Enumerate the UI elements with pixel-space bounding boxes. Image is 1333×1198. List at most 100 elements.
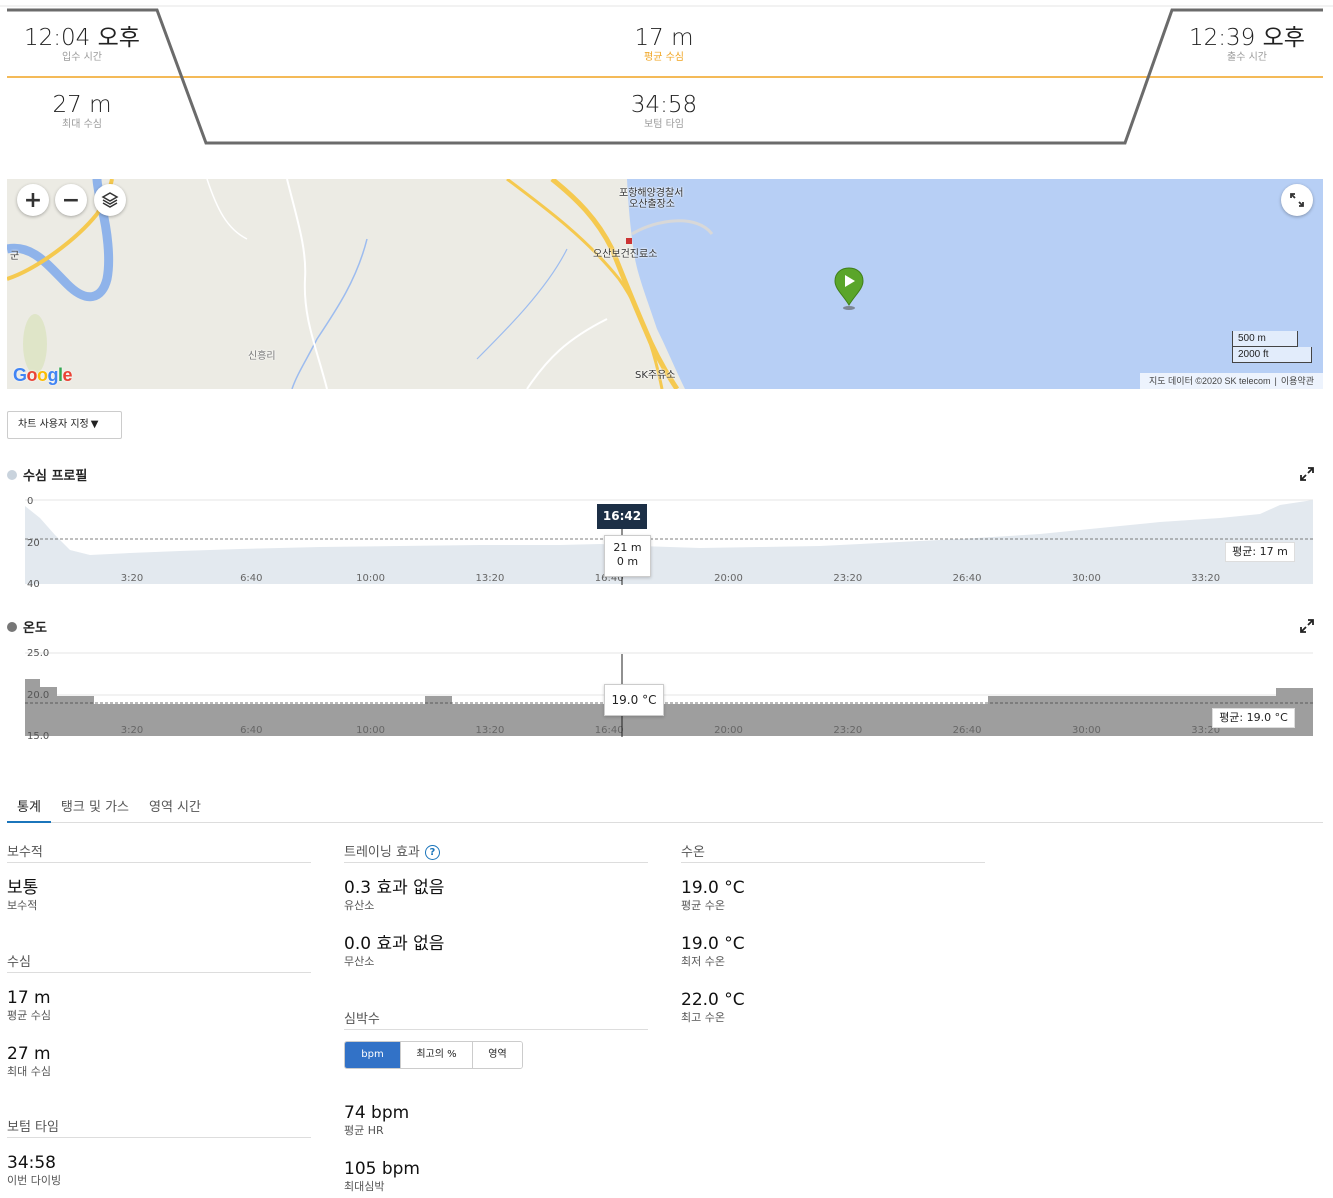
depth-x-tick: 26:40 <box>953 573 982 584</box>
max-water-temp-label: 최고 수온 <box>681 1011 725 1024</box>
depth-y-tick-40: 40 <box>27 579 40 590</box>
depth-tooltip-second: 0 m <box>616 555 639 568</box>
max-depth-stat-label: 최대 수심 <box>7 1065 51 1078</box>
temp-x-tick: 23:20 <box>833 725 862 736</box>
depth-x-tick: 13:20 <box>475 573 504 584</box>
temp-chart-title: 온도 <box>23 621 47 636</box>
avg-water-temp-label: 평균 수온 <box>681 899 725 912</box>
water-temp-section: 수온 19.0 °C 평균 수온 19.0 °C 최저 수온 22.0 °C 최… <box>681 844 985 1025</box>
temp-avg-label: 평균: 19.0 °C <box>1212 708 1295 728</box>
depth-chart-header: 수심 프로필 <box>7 465 87 484</box>
max-hr-label: 최대심박 <box>344 1180 385 1193</box>
temp-x-tick: 10:00 <box>356 725 385 736</box>
depth-x-tick: 10:00 <box>356 573 385 584</box>
temp-x-tick: 26:40 <box>953 725 982 736</box>
temp-x-tick: 13:20 <box>475 725 504 736</box>
entry-time-value: 12:04 오후 <box>24 25 140 51</box>
scale-imperial: 2000 ft <box>1232 347 1312 363</box>
training-effect-title-text: 트레이닝 효과 <box>344 844 420 860</box>
bottom-time-section: 보텀 타임 34:58 이번 다이빙 <box>7 1119 311 1188</box>
chart-customize-label: 차트 사용자 지정 <box>18 419 89 430</box>
bottom-time-stat-label: 이번 다이빙 <box>7 1174 62 1187</box>
depth-chart-expand-icon[interactable] <box>1300 467 1314 481</box>
avg-water-temp-value: 19.0 °C <box>681 878 745 898</box>
expand-icon <box>1290 193 1304 207</box>
depth-avg-label: 평균: 17 m <box>1225 542 1295 562</box>
depth-title: 수심 <box>7 954 311 973</box>
max-depth-stat-value: 27 m <box>7 1044 51 1064</box>
max-hr-value: 105 bpm <box>344 1159 420 1179</box>
anaerobic-label: 무산소 <box>344 955 375 968</box>
avg-depth-stat-label: 평균 수심 <box>7 1009 51 1022</box>
temp-x-tick: 20:00 <box>714 725 743 736</box>
conservatism-section: 보수적 보통 보수적 <box>7 844 311 913</box>
temp-chart[interactable]: 25.0 20.0 15.0 3:20 6:40 10:00 13:20 16:40 20… <box>0 642 1333 742</box>
depth-tooltip-depth: 21 m <box>613 541 642 554</box>
bottom-time-stat-value: 34:58 <box>7 1153 56 1173</box>
exit-time: 12:39 오후 출수 시간 <box>1185 24 1309 64</box>
depth-x-tick: 20:00 <box>714 573 743 584</box>
avg-depth-stat-value: 17 m <box>7 988 51 1008</box>
temp-x-tick: 6:40 <box>240 725 262 736</box>
avg-hr-value: 74 bpm <box>344 1103 410 1123</box>
temp-y-tick-20: 20.0 <box>27 690 49 701</box>
min-water-temp-label: 최저 수온 <box>681 955 725 968</box>
aerobic-value: 0.3 효과 없음 <box>344 878 445 898</box>
depth-y-tick-20: 20 <box>27 538 40 549</box>
zoom-in-button[interactable]: + <box>17 184 49 216</box>
help-icon[interactable]: ? <box>424 845 440 860</box>
tab-tank-gas[interactable]: 탱크 및 가스 <box>51 790 139 823</box>
map-label-clinic: 오산보건진료소 <box>593 249 658 260</box>
map-label-police: 포항해양경찰서 <box>619 188 684 199</box>
max-depth-label: 최대 수심 <box>62 119 102 130</box>
bottom-time-title: 보텀 타임 <box>7 1119 311 1138</box>
depth-chart[interactable]: 0 20 40 3:20 6:40 10:00 13:20 16:40 20:00 23:2… <box>0 490 1333 590</box>
exit-time-value: 12:39 오후 <box>1189 25 1305 51</box>
fullscreen-button[interactable] <box>1281 184 1313 216</box>
depth-y-tick-0: 0 <box>27 496 33 507</box>
entry-time-label: 입수 시간 <box>62 52 102 63</box>
map-data-credit: 지도 데이터 ©2020 SK telecom <box>1148 376 1271 386</box>
terms-link[interactable]: 이용약관 <box>1277 376 1318 386</box>
bottom-time-value: 34:58 <box>630 92 698 118</box>
chart-customize-dropdown[interactable]: 차트 사용자 지정 ▼ <box>7 411 122 439</box>
temp-chart-expand-icon[interactable] <box>1300 619 1314 633</box>
depth-cursor-time: 16:42 <box>597 504 647 529</box>
depth-x-tick: 33:20 <box>1191 573 1220 584</box>
google-logo: Google <box>13 365 73 385</box>
avg-depth: 17 m 평균 수심 <box>584 24 744 64</box>
depth-x-tick: 3:20 <box>121 573 143 584</box>
map-attribution: 지도 데이터 ©2020 SK telecom | 이용약관 <box>1139 373 1323 389</box>
zoom-out-button[interactable]: − <box>55 184 87 216</box>
heart-rate-title: 심박수 <box>344 1011 648 1030</box>
hr-unit-zone-button[interactable]: 영역 <box>473 1042 522 1068</box>
scale-metric: 500 m <box>1232 331 1298 347</box>
dive-map[interactable]: + − 포항해양경찰서 오산출장소 오산보건진료소 신흥리 SK주유소 군 Go… <box>7 179 1323 389</box>
map-label-police-branch: 오산출장소 <box>629 199 675 210</box>
layers-icon <box>101 192 119 208</box>
hr-unit-bpm-button[interactable]: bpm <box>345 1042 401 1068</box>
max-depth: 27 m 최대 수심 <box>20 91 144 131</box>
hr-unit-percent-max-button[interactable]: 최고의 % <box>401 1042 473 1068</box>
avg-depth-label: 평균 수심 <box>644 52 684 63</box>
tab-zone-time[interactable]: 영역 시간 <box>139 790 211 823</box>
clinic-marker-icon[interactable] <box>626 238 632 244</box>
depth-x-tick: 6:40 <box>240 573 262 584</box>
map-label-gas-station: SK주유소 <box>635 370 676 381</box>
temp-y-tick-25: 25.0 <box>27 648 49 659</box>
map-tiles[interactable] <box>7 179 1323 389</box>
temp-y-tick-15: 15.0 <box>27 731 49 742</box>
hr-unit-toggle: bpm 최고의 % 영역 <box>344 1041 523 1069</box>
aerobic-label: 유산소 <box>344 899 375 912</box>
temp-x-tick: 16:40 <box>595 725 624 736</box>
max-water-temp-value: 22.0 °C <box>681 990 745 1010</box>
avg-hr-label: 평균 HR <box>344 1124 384 1137</box>
temp-chart-header: 온도 <box>7 617 47 636</box>
layers-button[interactable] <box>94 184 126 216</box>
bottom-time: 34:58 보텀 타임 <box>584 91 744 131</box>
depth-x-tick: 30:00 <box>1072 573 1101 584</box>
dive-start-pin-icon[interactable] <box>833 267 865 311</box>
temp-x-tick: 3:20 <box>121 725 143 736</box>
depth-chart-title: 수심 프로필 <box>23 469 88 484</box>
tab-stats[interactable]: 통계 <box>7 790 51 823</box>
